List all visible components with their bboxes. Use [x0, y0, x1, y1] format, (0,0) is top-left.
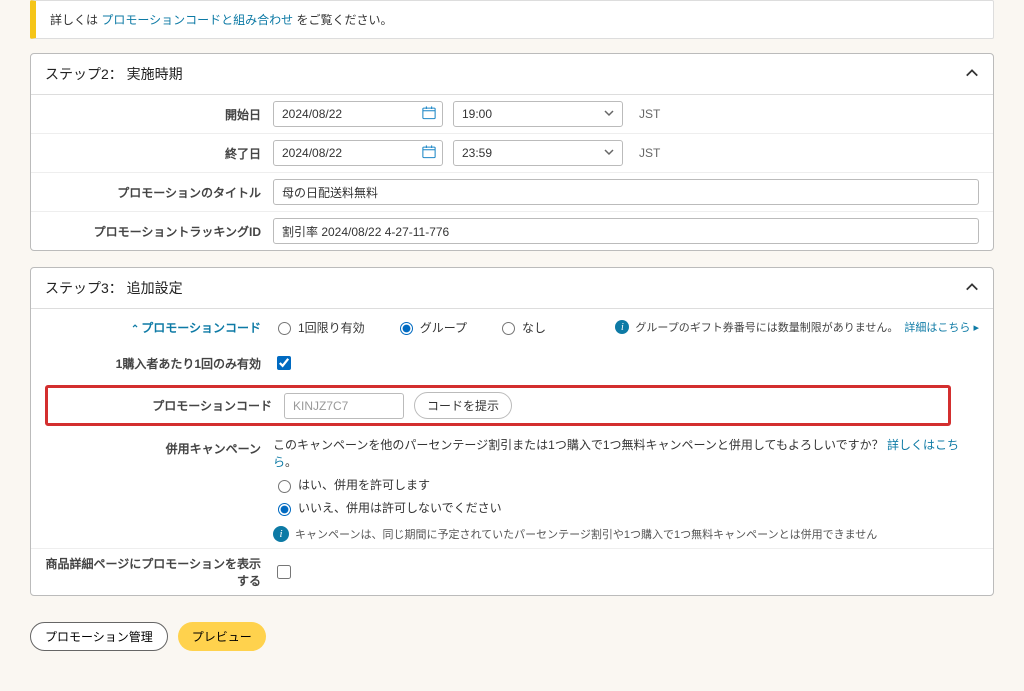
radio-once-label: 1回限り有効 — [298, 319, 365, 336]
promo-title-row: プロモーションのタイトル — [31, 172, 993, 211]
end-time-value: 23:59 — [462, 146, 492, 160]
preview-button[interactable]: プレビュー — [178, 622, 266, 651]
radio-group-label: グループ — [420, 319, 467, 336]
radio-group-input[interactable] — [400, 322, 413, 335]
combine-radio-no-input[interactable] — [278, 503, 291, 516]
promo-code-label: プロモーションコード — [56, 397, 284, 414]
promo-code-type-row: ⌃プロモーションコード 1回限り有効 グループ — [31, 309, 993, 345]
promo-code-section-label[interactable]: ⌃プロモーションコード — [131, 321, 261, 335]
radio-once[interactable]: 1回限り有効 — [273, 319, 365, 336]
promo-code-input[interactable] — [284, 393, 404, 419]
end-tz: JST — [639, 146, 660, 160]
end-date-row: 終了日 2024/08/22 23:59 JST — [31, 133, 993, 172]
notice-box: 詳しくは プロモーションコードと組み合わせ をご覧ください。 — [30, 0, 994, 39]
notice-suffix: をご覧ください。 — [296, 13, 392, 27]
group-info-link[interactable]: 詳細はこちら ▸ — [904, 319, 979, 335]
radio-once-input[interactable] — [278, 322, 291, 335]
show-on-detail-checkbox[interactable] — [277, 565, 291, 579]
start-time-value: 19:00 — [462, 107, 492, 121]
radio-none[interactable]: なし — [497, 319, 546, 336]
start-date-value: 2024/08/22 — [282, 107, 342, 121]
combine-question-text: このキャンペーンを他のパーセンテージ割引または1つ購入で1つ無料キャンペーンと併… — [273, 438, 884, 452]
combine-radio-no-label: いいえ、併用は許可しないでください — [298, 499, 502, 516]
radio-none-input[interactable] — [502, 322, 515, 335]
tracking-id-input[interactable] — [273, 218, 979, 244]
combine-radio-yes-input[interactable] — [278, 480, 291, 493]
one-per-buyer-row: 1購入者あたり1回のみ有効 — [31, 345, 993, 381]
combine-note-text: キャンペーンは、同じ期間に予定されていたパーセンテージ割引や1つ購入で1つ無料キ… — [295, 526, 877, 542]
one-per-buyer-checkbox[interactable] — [277, 356, 291, 370]
end-time-select[interactable]: 23:59 — [453, 140, 623, 166]
suggest-code-button[interactable]: コードを提示 — [414, 392, 512, 419]
combine-question: このキャンペーンを他のパーセンテージ割引または1つ購入で1つ無料キャンペーンと併… — [273, 436, 979, 470]
start-time-select[interactable]: 19:00 — [453, 101, 623, 127]
one-per-buyer-label: 1購入者あたり1回のみ有効 — [45, 355, 273, 372]
info-icon: i — [273, 526, 289, 542]
notice-link[interactable]: プロモーションコードと組み合わせ — [101, 13, 293, 27]
promo-title-input[interactable] — [273, 179, 979, 205]
end-date-label: 終了日 — [45, 145, 273, 162]
combine-radio-yes-label: はい、併用を許可します — [298, 476, 430, 493]
promo-title-label: プロモーションのタイトル — [45, 184, 273, 201]
end-date-value: 2024/08/22 — [282, 146, 342, 160]
step2-header[interactable]: ステップ2： 実施時期 — [31, 54, 993, 95]
radio-group[interactable]: グループ — [395, 319, 467, 336]
chevron-down-icon — [604, 107, 614, 121]
combine-note: i キャンペーンは、同じ期間に予定されていたパーセンテージ割引や1つ購入で1つ無… — [273, 526, 877, 542]
step3-panel: ステップ3： 追加設定 ⌃プロモーションコード 1回限り有効 — [30, 267, 994, 596]
group-info: i グループのギフト券番号には数量制限がありません。 詳細はこちら ▸ — [615, 319, 979, 335]
promo-code-radio-group: 1回限り有効 グループ なし — [273, 319, 546, 336]
calendar-icon — [422, 106, 436, 123]
combine-radio-no[interactable]: いいえ、併用は許可しないでください — [273, 499, 502, 516]
combine-label: 併用キャンペーン — [45, 436, 273, 457]
show-on-detail-label: 商品詳細ページにプロモーションを表示する — [45, 555, 273, 589]
tracking-id-label: プロモーショントラッキングID — [45, 223, 273, 240]
start-tz: JST — [639, 107, 660, 121]
notice-prefix: 詳しくは — [50, 13, 101, 27]
end-date-input[interactable]: 2024/08/22 — [273, 140, 443, 166]
combine-radio-yes[interactable]: はい、併用を許可します — [273, 476, 430, 493]
step2-panel: ステップ2： 実施時期 開始日 2024/08/22 19:00 — [30, 53, 994, 251]
info-icon: i — [615, 320, 629, 334]
manage-promotion-button[interactable]: プロモーション管理 — [30, 622, 168, 651]
show-on-detail-row: 商品詳細ページにプロモーションを表示する — [31, 548, 993, 595]
tracking-id-row: プロモーショントラッキングID — [31, 211, 993, 250]
group-info-text: グループのギフト券番号には数量制限がありません。 — [635, 319, 898, 335]
calendar-icon — [422, 145, 436, 162]
start-date-label: 開始日 — [45, 106, 273, 123]
step3-header[interactable]: ステップ3： 追加設定 — [31, 268, 993, 309]
chevron-down-icon — [604, 146, 614, 160]
step3-title: ステップ3： 追加設定 — [45, 278, 183, 298]
radio-none-label: なし — [522, 319, 546, 336]
promo-code-highlighted-row: プロモーションコード コードを提示 — [45, 385, 951, 426]
chevron-up-icon — [965, 280, 979, 297]
start-date-row: 開始日 2024/08/22 19:00 JST — [31, 95, 993, 133]
start-date-input[interactable]: 2024/08/22 — [273, 101, 443, 127]
chevron-up-icon — [965, 66, 979, 83]
combine-row: 併用キャンペーン このキャンペーンを他のパーセンテージ割引または1つ購入で1つ無… — [31, 430, 993, 548]
step2-title: ステップ2： 実施時期 — [45, 64, 183, 84]
